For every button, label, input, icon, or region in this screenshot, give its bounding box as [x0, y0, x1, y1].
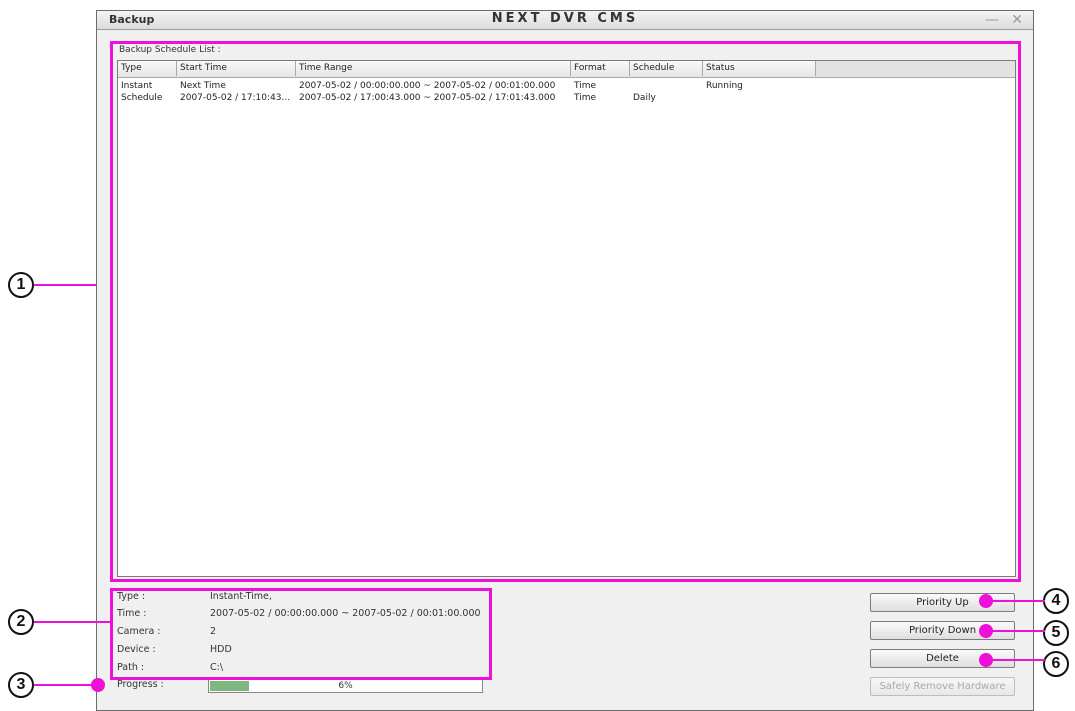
- callout-3: 3: [8, 672, 34, 698]
- callout-1: 1: [8, 272, 34, 298]
- close-icon[interactable]: ✕: [1011, 11, 1023, 29]
- callout-6: 6: [1043, 651, 1069, 677]
- callout-4-dot: [979, 594, 993, 608]
- callout-3-dot: [91, 678, 105, 692]
- progress-percent: 6%: [338, 681, 353, 691]
- highlight-details: [110, 588, 492, 680]
- callout-5: 5: [1043, 620, 1069, 646]
- progress-label: Progress :: [117, 679, 164, 690]
- callout-3-line: [34, 684, 98, 686]
- progress-bar: 6%: [208, 679, 483, 693]
- highlight-schedule-list: [110, 41, 1021, 582]
- callout-5-dot: [979, 624, 993, 638]
- title-bar: Backup NEXT DVR CMS — ✕: [97, 11, 1033, 30]
- callout-2-line: [34, 621, 112, 623]
- priority-up-button[interactable]: Priority Up: [870, 593, 1015, 612]
- callout-6-dot: [979, 653, 993, 667]
- callout-4: 4: [1043, 588, 1069, 614]
- callout-2: 2: [8, 609, 34, 635]
- callout-4-line: [985, 600, 1045, 602]
- callout-5-line: [985, 630, 1045, 632]
- callout-6-line: [985, 659, 1045, 661]
- app-title: NEXT DVR CMS: [491, 11, 639, 26]
- safely-remove-hardware-button: Safely Remove Hardware: [870, 677, 1015, 696]
- callout-1-line: [34, 284, 96, 286]
- minimize-icon[interactable]: —: [985, 11, 999, 29]
